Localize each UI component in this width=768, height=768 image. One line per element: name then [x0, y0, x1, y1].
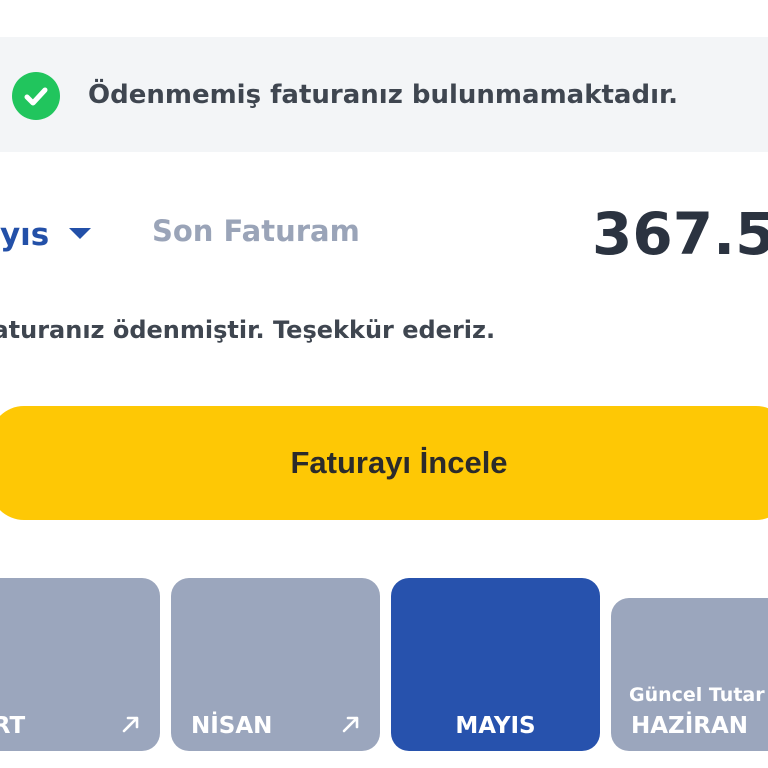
view-invoice-label: Faturayı İncele [290, 445, 508, 480]
month-card-label: NİSAN [191, 713, 273, 739]
current-amount-label: Güncel Tutar [629, 684, 765, 706]
banner-message: Ödenmemiş faturanız bulunmamaktadır. [88, 80, 678, 110]
bill-amount: 367.5₺ [592, 200, 768, 268]
month-selector[interactable]: ayıs [0, 215, 92, 255]
month-card-label: HAZİRAN [631, 713, 749, 739]
arrow-up-right-icon [342, 716, 359, 733]
month-card-haziran[interactable]: Güncel Tutar HAZİRAN [611, 598, 768, 751]
month-card-label: ART [0, 713, 26, 739]
son-faturam-link[interactable]: Son Faturam [152, 214, 360, 248]
month-card-mart[interactable]: ART [0, 578, 160, 751]
caret-down-icon [69, 227, 92, 239]
month-card-label: MAYIS [455, 713, 536, 739]
view-invoice-button[interactable]: Faturayı İncele [0, 406, 768, 520]
month-card-nisan[interactable]: NİSAN [171, 578, 380, 751]
check-circle-icon [12, 72, 60, 120]
month-card-mayis[interactable]: MAYIS [391, 578, 600, 751]
arrow-up-right-icon [122, 716, 139, 733]
selected-month-label: ayıs [0, 217, 50, 253]
paid-status-text: faturanız ödenmiştir. Teşekkür ederiz. [0, 316, 496, 344]
